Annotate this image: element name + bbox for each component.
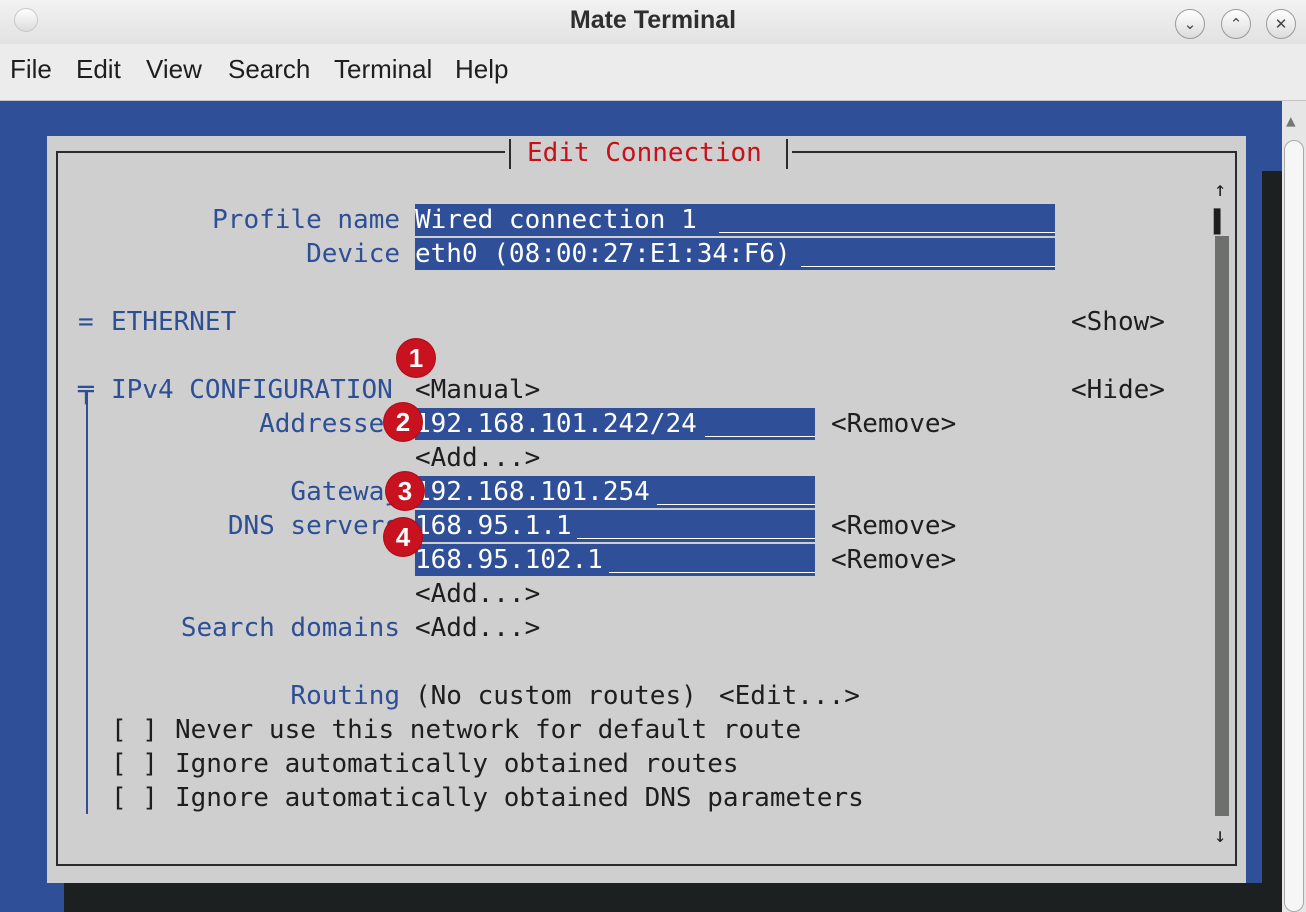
checkbox-default-route[interactable]: [ ] bbox=[111, 713, 158, 747]
menu-file[interactable]: File bbox=[10, 54, 52, 85]
field-underline bbox=[705, 436, 815, 437]
address-field[interactable]: 192.168.101.242/24 bbox=[415, 408, 815, 440]
dialog-shadow-bottom bbox=[64, 883, 1282, 912]
terminal-scroll-thumb[interactable] bbox=[1284, 140, 1304, 912]
ipv4-mode-dropdown[interactable]: <Manual> bbox=[415, 373, 540, 407]
dns-remove-button-2[interactable]: <Remove> bbox=[831, 543, 956, 577]
gateway-field[interactable]: 192.168.101.254 bbox=[415, 476, 815, 508]
field-underline bbox=[801, 266, 1055, 267]
gateway-value: 192.168.101.254 bbox=[415, 477, 650, 507]
checkbox-ignore-routes[interactable]: [ ] bbox=[111, 747, 158, 781]
addresses-label: Addresses bbox=[259, 409, 400, 439]
ipv4-label: IPv4 CONFIGURATION bbox=[111, 375, 393, 405]
device-value: eth0 (08:00:27:E1:34:F6) bbox=[415, 239, 791, 269]
checkbox-ignore-dns-label: Ignore automatically obtained DNS parame… bbox=[175, 783, 864, 813]
checkbox-default-route-label: Never use this network for default route bbox=[175, 715, 802, 745]
menu-view[interactable]: View bbox=[146, 54, 202, 85]
window-titlebar: Mate Terminal ⌄ ⌃ ✕ bbox=[0, 0, 1306, 44]
device-field[interactable]: eth0 (08:00:27:E1:34:F6) bbox=[415, 238, 1055, 270]
maximize-icon[interactable]: ⌃ bbox=[1221, 9, 1251, 39]
profile-name-label: Profile name bbox=[212, 205, 400, 235]
ethernet-show-button[interactable]: <Show> bbox=[1071, 305, 1165, 339]
gateway-label: Gateway bbox=[290, 477, 400, 507]
search-domains-add-button[interactable]: <Add...> bbox=[415, 611, 540, 645]
ethernet-label: ETHERNET bbox=[111, 307, 237, 337]
ethernet-marker[interactable]: = bbox=[78, 305, 94, 339]
menu-search[interactable]: Search bbox=[228, 54, 310, 85]
field-underline bbox=[609, 572, 815, 573]
device-label: Device bbox=[306, 239, 400, 269]
dialog-scroll-track[interactable] bbox=[1215, 236, 1229, 816]
dns-add-button[interactable]: <Add...> bbox=[415, 577, 540, 611]
dns-value-1: 168.95.1.1 bbox=[415, 511, 572, 541]
routing-edit-button[interactable]: <Edit...> bbox=[719, 679, 860, 713]
scroll-up-arrow-icon[interactable]: ↑ bbox=[1214, 172, 1226, 206]
scroll-thumb-icon[interactable]: ▌ bbox=[1214, 206, 1227, 240]
address-add-button[interactable]: <Add...> bbox=[415, 441, 540, 475]
routing-value: (No custom routes) bbox=[415, 681, 697, 711]
callout-badge-3: 3 bbox=[386, 472, 424, 510]
ipv4-tree-line bbox=[86, 392, 88, 814]
callout-badge-1: 1 bbox=[397, 339, 435, 377]
callout-badge-2: 2 bbox=[384, 403, 422, 441]
profile-name-field[interactable]: Wired connection 1 bbox=[415, 204, 1055, 236]
dns-field-2[interactable]: 168.95.102.1 bbox=[415, 544, 815, 576]
dns-field-1[interactable]: 168.95.1.1 bbox=[415, 510, 815, 542]
field-underline bbox=[577, 538, 815, 539]
ipv4-hide-button[interactable]: <Hide> bbox=[1071, 373, 1165, 407]
terminal-scroll-up-icon[interactable]: ▲ bbox=[1286, 104, 1296, 138]
address-remove-button[interactable]: <Remove> bbox=[831, 407, 956, 441]
routing-label: Routing bbox=[290, 681, 400, 711]
ipv4-marker[interactable]: ╤ bbox=[78, 373, 94, 407]
dialog-shadow-right bbox=[1262, 171, 1282, 912]
window-title: Mate Terminal bbox=[569, 6, 737, 34]
close-icon[interactable]: ✕ bbox=[1266, 9, 1296, 39]
menubar: File Edit View Search Terminal Help bbox=[0, 44, 1306, 101]
field-underline bbox=[657, 504, 815, 505]
scroll-down-arrow-icon[interactable]: ↓ bbox=[1214, 818, 1226, 852]
checkbox-ignore-routes-label: Ignore automatically obtained routes bbox=[175, 749, 739, 779]
minimize-icon[interactable]: ⌄ bbox=[1175, 9, 1205, 39]
dns-value-2: 168.95.102.1 bbox=[415, 545, 603, 575]
dns-servers-label: DNS servers bbox=[227, 511, 400, 541]
callout-badge-4: 4 bbox=[384, 518, 422, 556]
menu-terminal[interactable]: Terminal bbox=[334, 54, 432, 85]
dialog-title: Edit Connection bbox=[527, 138, 762, 168]
checkbox-ignore-dns[interactable]: [ ] bbox=[111, 781, 158, 815]
address-value: 192.168.101.242/24 bbox=[415, 409, 697, 439]
field-underline bbox=[719, 232, 1055, 233]
profile-name-value: Wired connection 1 bbox=[415, 205, 697, 235]
menu-edit[interactable]: Edit bbox=[76, 54, 121, 85]
dns-remove-button-1[interactable]: <Remove> bbox=[831, 509, 956, 543]
menu-help[interactable]: Help bbox=[455, 54, 508, 85]
search-domains-label: Search domains bbox=[180, 613, 400, 643]
